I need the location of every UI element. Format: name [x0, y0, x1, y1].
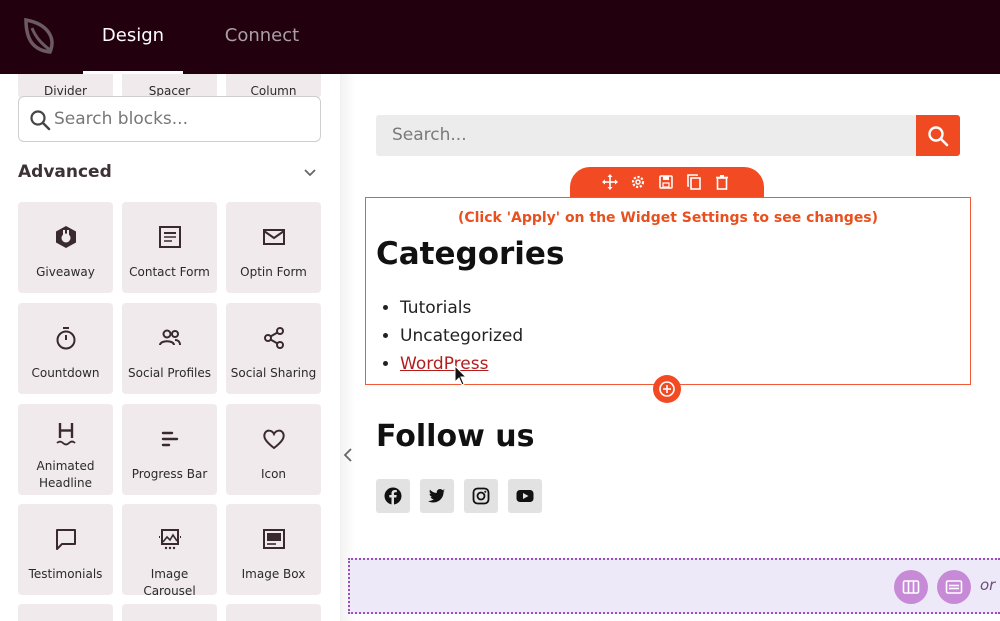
chevron-down-icon[interactable]: [303, 166, 317, 180]
category-uncategorized: Uncategorized: [400, 326, 524, 346]
block-giveaway[interactable]: Giveaway: [18, 202, 113, 293]
block-image-box[interactable]: Image Box: [226, 504, 321, 595]
add-block-button[interactable]: [653, 375, 681, 403]
search-icon: [30, 110, 51, 131]
twitter-button[interactable]: [420, 479, 454, 513]
block-animated-headline[interactable]: Animated Headline: [18, 404, 113, 495]
widget-toolbar: [570, 167, 764, 197]
add-columns-button[interactable]: [894, 570, 928, 604]
block-contact-form[interactable]: Contact Form: [122, 202, 217, 293]
block-label: Progress Bar: [131, 467, 208, 481]
sidebar-divider: [340, 74, 356, 621]
block-partial[interactable]: [122, 604, 217, 621]
speech-bubble-icon: [56, 529, 76, 550]
categories-widget[interactable]: (Click 'Apply' on the Widget Settings to…: [365, 197, 971, 385]
trash-icon[interactable]: [714, 174, 730, 190]
tab-connect[interactable]: Connect: [212, 0, 312, 74]
block-label: Contact Form: [129, 265, 210, 279]
gear-icon[interactable]: [630, 174, 646, 190]
save-icon[interactable]: [658, 174, 674, 190]
page-canvas: (Click 'Apply' on the Widget Settings to…: [356, 74, 1000, 621]
follow-us-heading: Follow us: [376, 419, 535, 454]
section-icon: [945, 580, 963, 594]
leaf-logo-icon[interactable]: [22, 16, 58, 56]
block-spacer[interactable]: Spacer: [122, 74, 217, 98]
list-item: Tutorials: [400, 294, 523, 322]
block-optin-form[interactable]: Optin Form: [226, 202, 321, 293]
block-countdown[interactable]: Countdown: [18, 303, 113, 394]
move-icon[interactable]: [602, 174, 618, 190]
block-label: Animated Headline: [36, 459, 95, 490]
instagram-button[interactable]: [464, 479, 498, 513]
columns-icon: [902, 580, 920, 594]
top-bar: Design Connect: [0, 0, 1000, 74]
top-blocks-row: Divider Spacer Column: [18, 74, 322, 98]
block-label: Giveaway: [36, 265, 95, 279]
block-partial[interactable]: [18, 604, 113, 621]
stopwatch-icon: [56, 327, 76, 350]
progress-bars-icon: [161, 431, 179, 447]
image-box-icon: [263, 529, 285, 549]
chevron-left-icon[interactable]: [340, 440, 356, 470]
block-testimonials[interactable]: Testimonials: [18, 504, 113, 595]
widget-notice: (Click 'Apply' on the Widget Settings to…: [457, 210, 879, 226]
heading-icon: [56, 423, 76, 446]
twitter-icon: [428, 489, 445, 503]
canvas-search-field[interactable]: [376, 115, 917, 156]
search-icon: [928, 126, 949, 147]
category-tutorials: Tutorials: [400, 298, 472, 318]
add-section-button[interactable]: [937, 570, 971, 604]
block-label: Icon: [260, 467, 287, 481]
giveaway-icon: [56, 226, 76, 248]
block-column[interactable]: Column: [226, 74, 321, 98]
block-divider[interactable]: Divider: [18, 74, 113, 98]
facebook-button[interactable]: [376, 479, 410, 513]
new-section-dropzone[interactable]: or: [348, 558, 1000, 614]
contact-form-icon: [159, 226, 181, 248]
block-partial[interactable]: [226, 604, 321, 621]
search-blocks-field[interactable]: [18, 96, 321, 142]
search-blocks-input[interactable]: [54, 105, 304, 133]
block-icon[interactable]: Icon: [226, 404, 321, 495]
youtube-button[interactable]: [508, 479, 542, 513]
list-item: Uncategorized: [400, 322, 523, 350]
block-image-carousel[interactable]: Image Carousel: [122, 504, 217, 598]
block-label: Image Box: [241, 567, 306, 581]
share-icon: [264, 327, 284, 349]
block-social-sharing[interactable]: Social Sharing: [226, 303, 321, 394]
block-progress-bar[interactable]: Progress Bar: [122, 404, 217, 495]
mouse-cursor-icon: [454, 365, 468, 386]
image-carousel-icon: [159, 529, 181, 550]
categories-heading: Categories: [376, 236, 565, 272]
block-label: Testimonials: [28, 567, 103, 581]
blocks-sidebar: Divider Spacer Column Advanced Giveaway: [0, 74, 340, 621]
block-label: Social Sharing: [230, 366, 317, 380]
people-icon: [159, 329, 181, 346]
plus-circle-icon: [659, 381, 675, 397]
canvas-search-button[interactable]: [916, 115, 960, 156]
block-label: Image Carousel: [143, 567, 196, 598]
tab-design[interactable]: Design: [83, 0, 183, 74]
block-label: Countdown: [31, 366, 100, 380]
or-label: or: [980, 576, 996, 594]
block-social-profiles[interactable]: Social Profiles: [122, 303, 217, 394]
youtube-icon: [516, 490, 534, 502]
advanced-section-header[interactable]: Advanced: [18, 162, 321, 186]
canvas-search-input[interactable]: [392, 121, 892, 149]
instagram-icon: [472, 487, 490, 505]
block-label: Optin Form: [240, 265, 307, 279]
heart-icon: [263, 429, 285, 450]
envelope-icon: [263, 229, 285, 245]
facebook-icon: [384, 487, 402, 505]
duplicate-icon[interactable]: [686, 174, 702, 190]
section-title: Advanced: [18, 162, 112, 182]
category-wordpress-link[interactable]: WordPress: [400, 354, 488, 374]
block-label: Social Profiles: [128, 366, 211, 380]
